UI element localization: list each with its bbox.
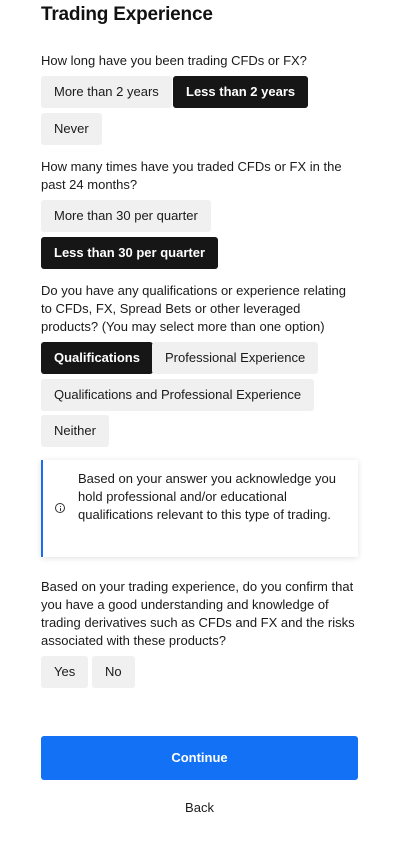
option-qualifications-and-professional-experience[interactable]: Qualifications and Professional Experien… xyxy=(41,379,315,411)
question-trading-duration: How long have you been trading CFDs or F… xyxy=(41,53,307,68)
option-yes[interactable]: Yes xyxy=(41,656,89,688)
page-title: Trading Experience xyxy=(41,4,213,25)
option-more-than-2-years[interactable]: More than 2 years xyxy=(41,76,172,108)
question-confirm-understanding: Based on your trading experience, do you… xyxy=(41,579,355,648)
info-circle-icon xyxy=(55,503,65,513)
option-neither[interactable]: Neither xyxy=(41,415,109,447)
question-trade-frequency: How many times have you traded CFDs or F… xyxy=(41,159,342,192)
option-never[interactable]: Never xyxy=(41,113,102,145)
question-qualifications: Do you have any qualifications or experi… xyxy=(41,283,346,334)
info-notice-text: Based on your answer you acknowledge you… xyxy=(78,471,336,522)
continue-button[interactable]: Continue xyxy=(41,736,358,780)
option-less-than-2-years[interactable]: Less than 2 years xyxy=(173,76,309,108)
option-no[interactable]: No xyxy=(92,656,135,688)
option-professional-experience[interactable]: Professional Experience xyxy=(152,342,319,374)
option-less-than-30-per-quarter[interactable]: Less than 30 per quarter xyxy=(41,237,218,269)
back-link[interactable]: Back xyxy=(41,798,358,818)
info-notice: Based on your answer you acknowledge you… xyxy=(41,460,358,557)
option-qualifications[interactable]: Qualifications xyxy=(41,342,153,374)
option-more-than-30-per-quarter[interactable]: More than 30 per quarter xyxy=(41,200,211,232)
